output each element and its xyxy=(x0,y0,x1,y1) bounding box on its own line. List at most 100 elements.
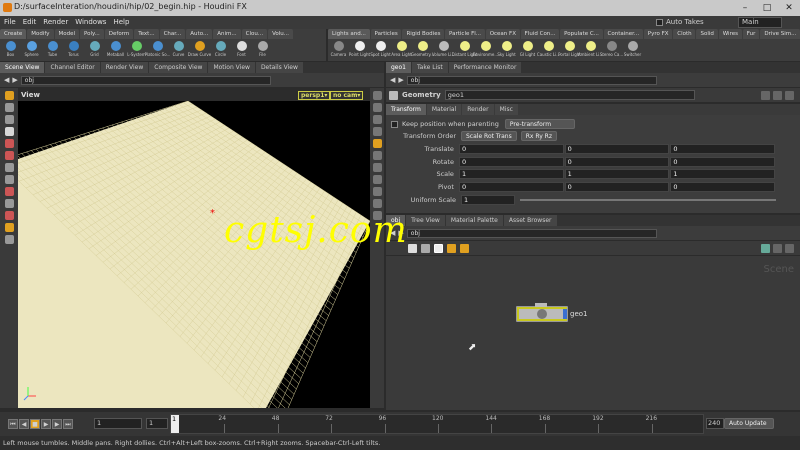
ghost-icon[interactable] xyxy=(372,175,382,184)
end-frame-field[interactable]: 240 xyxy=(706,418,724,429)
light-tool-icon[interactable] xyxy=(4,211,14,220)
menu-render[interactable]: Render xyxy=(43,18,68,26)
auto-takes[interactable]: Auto Takes xyxy=(656,18,704,26)
shelf-right-tab-2[interactable]: Rigid Bodies xyxy=(402,29,445,39)
prev-key-icon[interactable]: ◀ xyxy=(19,419,29,429)
color-icon[interactable] xyxy=(460,243,469,253)
param-translate-y[interactable]: 0 xyxy=(564,144,670,154)
left-tab-2[interactable]: Render View xyxy=(100,62,149,73)
stop-icon[interactable]: ■ xyxy=(30,419,40,429)
param-scale-y[interactable]: 1 xyxy=(564,169,670,179)
select-tool-icon[interactable] xyxy=(4,91,14,100)
scale-tool-icon[interactable] xyxy=(4,163,14,172)
menu-windows[interactable]: Windows xyxy=(75,18,106,26)
next-key-icon[interactable]: ▶ xyxy=(52,419,62,429)
shelf-left-tool-9[interactable]: Draw Curve xyxy=(188,39,211,61)
param-rotate-x[interactable]: 0 xyxy=(458,156,564,167)
shelf-right-tab-11[interactable]: Wires xyxy=(718,29,742,39)
shelf-right-tool-10[interactable]: Caustic Li... xyxy=(537,39,560,61)
param-tab-2[interactable]: Render xyxy=(462,104,494,115)
param-pane-tab-1[interactable]: Take List xyxy=(412,62,448,73)
param-pane-tab-2[interactable]: Performance Monitor xyxy=(448,62,522,73)
list-view-icon[interactable] xyxy=(408,243,417,253)
param-tab-3[interactable]: Misc xyxy=(494,104,518,115)
transform-order-menu[interactable]: Scale Rot Trans xyxy=(461,131,517,141)
shelf-right-tool-3[interactable]: Area Light xyxy=(391,39,412,61)
shelf-left-tab-10[interactable]: Volu... xyxy=(268,29,294,39)
shading-icon[interactable] xyxy=(372,127,382,136)
shelf-right-tab-6[interactable]: Populate C... xyxy=(560,29,603,39)
grid-view-icon[interactable] xyxy=(434,243,443,253)
shelf-right-tool-0[interactable]: Camera xyxy=(328,39,349,61)
node-input[interactable] xyxy=(535,303,547,307)
param-translate-x[interactable]: 0 xyxy=(458,144,564,154)
shelf-left-tab-6[interactable]: Char... xyxy=(159,29,186,39)
network-tab-1[interactable]: Tree View xyxy=(406,215,445,226)
shelf-right-tool-6[interactable]: Distant Light xyxy=(452,39,477,61)
param-rotate-y[interactable]: 0 xyxy=(564,156,670,167)
shelf-left-tool-4[interactable]: Grid xyxy=(84,39,105,61)
maximize-icon[interactable]: □ xyxy=(756,0,778,16)
shelf-right-tab-3[interactable]: Particle Fl... xyxy=(445,29,485,39)
menu-edit[interactable]: Edit xyxy=(23,18,37,26)
close-icon[interactable]: ✕ xyxy=(778,0,800,16)
normal-display-icon[interactable] xyxy=(372,199,382,208)
param-scale-x[interactable]: 1 xyxy=(458,169,564,179)
network-home-icon[interactable] xyxy=(761,243,770,253)
shelf-right-tool-4[interactable]: Geometry... xyxy=(411,39,434,61)
left-tab-5[interactable]: Details View xyxy=(255,62,303,73)
rotate-tool-icon[interactable] xyxy=(4,115,14,124)
shelf-right-tool-7[interactable]: Environme... xyxy=(473,39,498,61)
shelf-right-tab-1[interactable]: Particles xyxy=(370,29,402,39)
shelf-right-tool-12[interactable]: Ambient Li... xyxy=(578,39,603,61)
param-pivot-y[interactable]: 0 xyxy=(564,181,670,192)
shelf-left-tab-8[interactable]: Anim... xyxy=(213,29,241,39)
shelf-left-tool-12[interactable]: File xyxy=(252,39,273,61)
scene-viewport[interactable]: * xyxy=(18,101,370,408)
note-icon[interactable] xyxy=(447,243,456,253)
shelf-right-tab-8[interactable]: Pyro FX xyxy=(643,29,673,39)
shelf-left-tool-7[interactable]: Platonic So... xyxy=(145,39,170,61)
magnet-tool-icon[interactable] xyxy=(4,175,14,184)
current-frame-field[interactable]: 1 xyxy=(94,418,142,429)
lighting-icon[interactable] xyxy=(372,151,382,160)
network-tab-3[interactable]: Asset Browser xyxy=(503,215,557,226)
shelf-right-tool-1[interactable]: Point Light xyxy=(349,39,370,61)
shelf-right-tool-8[interactable]: Sky Light xyxy=(496,39,517,61)
render-region-icon[interactable] xyxy=(4,199,14,208)
wireframe-icon[interactable] xyxy=(372,139,382,148)
zoom-icon[interactable] xyxy=(773,243,782,253)
shelf-right-tool-2[interactable]: Spot Light xyxy=(370,39,391,61)
auto-takes-checkbox[interactable] xyxy=(656,18,663,26)
param-pivot-z[interactable]: 0 xyxy=(670,181,775,192)
network-gear-icon[interactable] xyxy=(785,243,794,253)
shelf-left-tab-1[interactable]: Modify xyxy=(27,29,54,39)
left-tab-3[interactable]: Composite View xyxy=(149,62,208,73)
transform-tool-icon[interactable] xyxy=(4,103,14,112)
snap-tool-icon[interactable] xyxy=(4,187,14,196)
auto-update-menu[interactable]: Auto Update xyxy=(724,418,774,429)
lock-camera-icon[interactable] xyxy=(372,103,382,112)
uniform-scale-slider[interactable] xyxy=(520,199,776,201)
home-view-icon[interactable] xyxy=(372,115,382,124)
shelf-left-tool-11[interactable]: Font xyxy=(231,39,252,61)
shelf-left-tab-4[interactable]: Deform xyxy=(104,29,134,39)
node-name-field[interactable]: geo1 xyxy=(444,90,695,100)
shelf-left-tool-0[interactable]: Box xyxy=(0,39,21,61)
param-pane-tab-0[interactable]: geo1 xyxy=(386,62,411,73)
shelf-left-tool-6[interactable]: L-System xyxy=(126,39,147,61)
shelf-right-tab-0[interactable]: Lights and... xyxy=(328,29,370,39)
shelf-left-tab-7[interactable]: Auto... xyxy=(186,29,213,39)
network-canvas[interactable]: Scene geo1 ⬈ xyxy=(386,256,800,410)
display-flag[interactable] xyxy=(563,309,567,319)
gear-icon[interactable] xyxy=(761,90,770,100)
keep-position-menu[interactable]: Pre-transform xyxy=(504,119,575,129)
handle-tool-icon[interactable] xyxy=(4,139,14,148)
shelf-right-tool-13[interactable]: Stereo Ca... xyxy=(600,39,623,61)
shelf-left-tab-3[interactable]: Poly... xyxy=(80,29,104,39)
no-cam-menu[interactable]: no cam▾ xyxy=(330,91,364,100)
background-icon[interactable] xyxy=(372,163,382,172)
shelf-right-tool-14[interactable]: Switcher xyxy=(622,39,643,61)
shelf-right-tool-11[interactable]: Portal Light xyxy=(558,39,581,61)
param-rotate-z[interactable]: 0 xyxy=(670,156,775,167)
